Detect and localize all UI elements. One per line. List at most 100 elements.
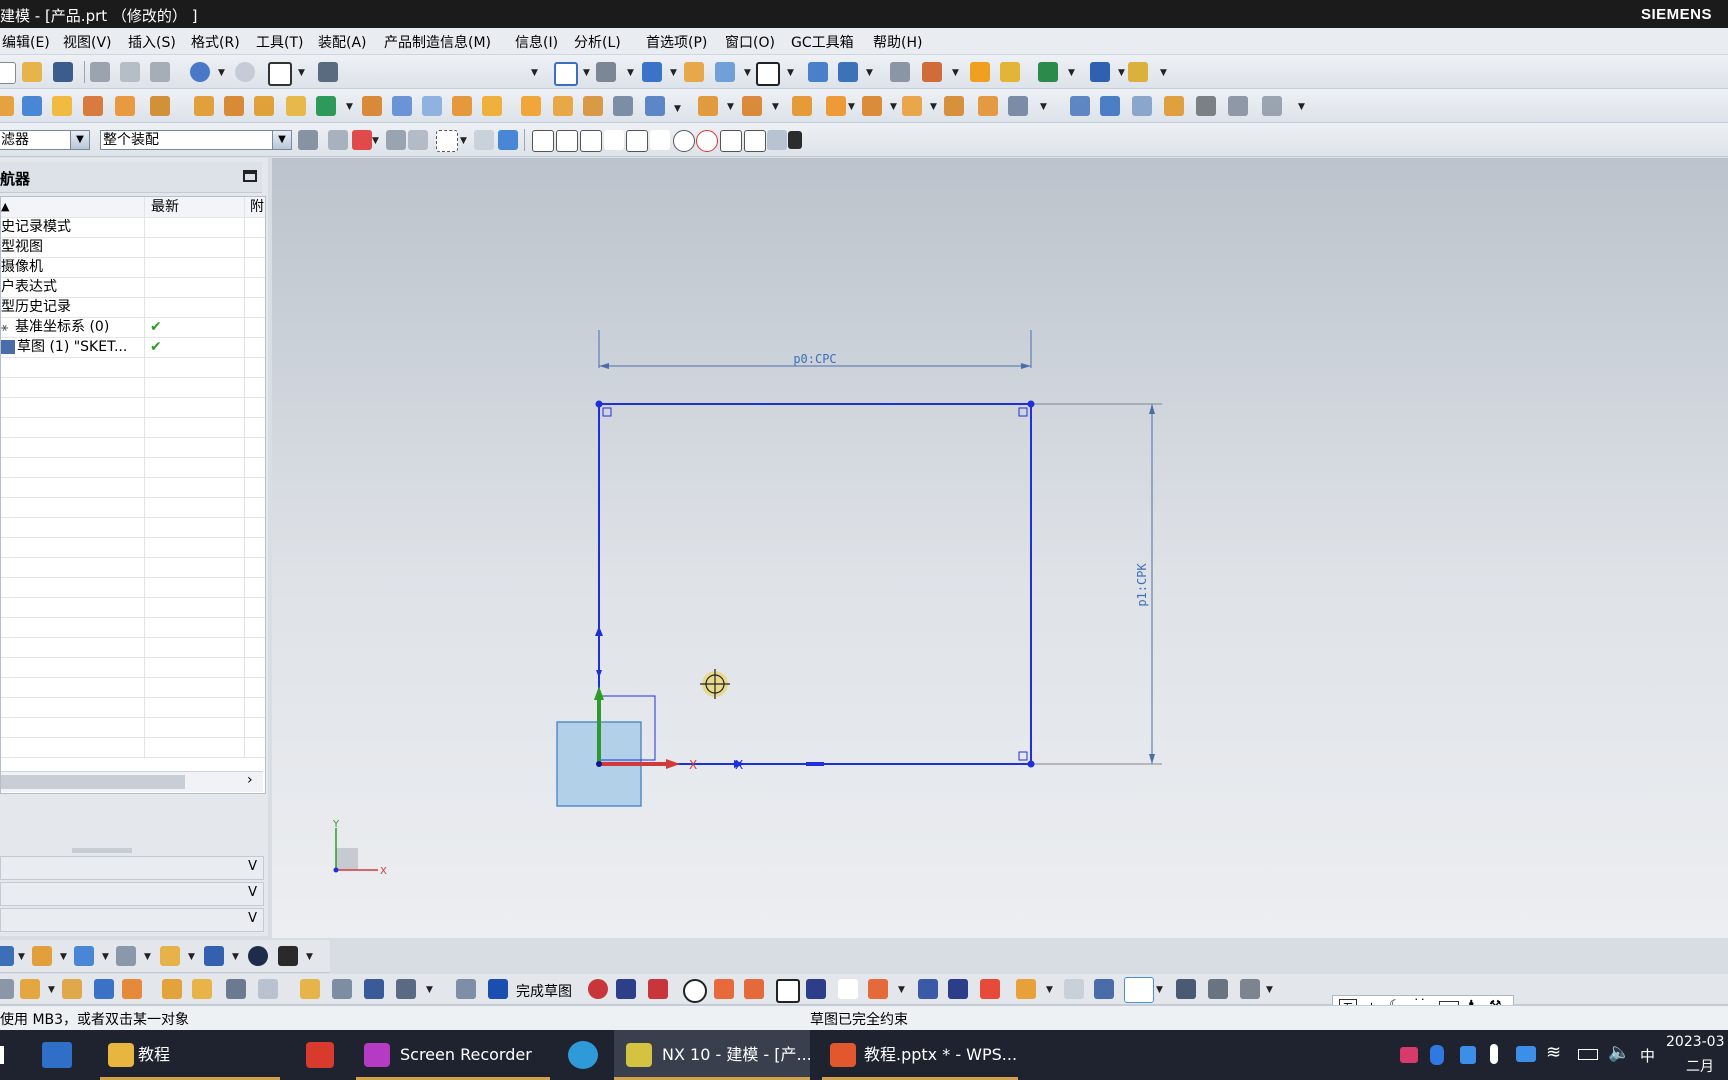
alternate-solution-icon[interactable] (396, 979, 416, 999)
clock-weekday[interactable]: 二月 (1686, 1056, 1714, 1076)
circle-icon[interactable] (683, 979, 707, 1003)
menu-tools[interactable]: 工具(T) (256, 32, 303, 52)
chevron-right-icon[interactable]: › (247, 772, 253, 788)
menu-info[interactable]: 信息(I) (515, 32, 558, 52)
make-corner-icon[interactable] (980, 979, 1000, 999)
pattern-face-icon[interactable] (902, 96, 922, 116)
tray-app-icon[interactable] (1460, 1046, 1476, 1064)
update-model-icon[interactable] (62, 979, 82, 999)
fillet-icon[interactable] (122, 979, 142, 999)
finish-sketch-button[interactable]: 完成草图 (516, 981, 572, 1001)
revolve-icon[interactable] (22, 96, 42, 116)
taskbar-item-recorder[interactable]: Screen Recorder (356, 1030, 550, 1080)
finish-flag-icon[interactable] (488, 979, 508, 999)
menu-assembly[interactable]: 装配(A) (318, 32, 367, 52)
hide-show-icon[interactable] (32, 946, 52, 966)
undo-icon[interactable] (190, 62, 210, 82)
column-latest[interactable]: 最新 (151, 197, 179, 217)
cone-icon[interactable] (422, 96, 442, 116)
snap-end-icon[interactable] (556, 130, 578, 152)
it-app-icon[interactable] (306, 1042, 334, 1068)
dependencies-panel[interactable]: V (0, 856, 264, 880)
chevron-down-icon[interactable]: V (248, 911, 257, 926)
start-icon[interactable] (0, 1046, 4, 1064)
taskbar-item-nx[interactable]: NX 10 - 建模 - [产... (614, 1030, 812, 1080)
mirror-curve-icon[interactable] (94, 979, 114, 999)
menu-preferences[interactable]: 首选项(P) (646, 32, 707, 52)
hole-icon[interactable] (52, 96, 72, 116)
width-dimension-label[interactable]: p0:CPC (793, 352, 836, 366)
block-icon[interactable] (362, 96, 382, 116)
splitter-handle[interactable] (72, 848, 132, 853)
offset-region-icon[interactable] (944, 96, 964, 116)
section-icon[interactable] (890, 62, 910, 82)
chevron-down-icon[interactable]: V (248, 885, 257, 900)
wifi-icon[interactable]: ≋ (1546, 1042, 1561, 1063)
snap-intersection-icon[interactable] (626, 130, 648, 152)
extract-icon[interactable] (1262, 96, 1282, 116)
unite-icon[interactable] (83, 96, 103, 116)
menu-format[interactable]: 格式(R) (191, 32, 240, 52)
new-file-icon[interactable] (0, 62, 16, 84)
offset-curve-icon[interactable] (192, 979, 212, 999)
snap-point-on-face-icon[interactable] (744, 130, 766, 152)
select-box-icon[interactable] (268, 62, 292, 86)
line-icon[interactable] (616, 979, 636, 999)
studio-spline-icon[interactable] (868, 979, 888, 999)
menu-pmi[interactable]: 产品制造信息(M) (384, 32, 491, 52)
view-orient-icon[interactable] (0, 946, 14, 966)
trim-body-icon[interactable] (482, 96, 502, 116)
taskbar-item-wps[interactable]: 教程.pptx * - WPS... (822, 1030, 1018, 1080)
chevron-down-icon[interactable]: ▼ (272, 131, 291, 149)
background-icon[interactable] (756, 62, 780, 86)
menu-insert[interactable]: 插入(S) (128, 32, 176, 52)
scrollbar-thumb[interactable] (1, 775, 185, 789)
render-style-icon[interactable] (596, 62, 616, 82)
paste-icon[interactable] (150, 62, 170, 82)
graphics-window[interactable]: p0:CPC p1:CPK X X Y X (272, 158, 1728, 938)
resize-face-icon[interactable] (826, 96, 846, 116)
reset-filter-icon[interactable] (298, 130, 318, 150)
font-size-icon[interactable] (278, 946, 298, 966)
shell-icon[interactable] (254, 96, 274, 116)
arc-icon[interactable] (648, 979, 668, 999)
move-component-icon[interactable] (808, 62, 828, 82)
column-attach[interactable]: 附 (250, 197, 264, 217)
bluetooth-icon[interactable] (1430, 1045, 1444, 1065)
measure-icon[interactable] (970, 62, 990, 82)
sketch-plane-icon[interactable] (0, 979, 14, 999)
shaded-cube-icon[interactable] (642, 62, 662, 82)
mesh-surface-icon[interactable] (1100, 96, 1120, 116)
delete-face-icon[interactable] (792, 96, 812, 116)
sweep-icon[interactable] (553, 96, 573, 116)
replace-face-icon[interactable] (742, 96, 762, 116)
chamfer-icon[interactable] (224, 96, 244, 116)
reference-set-icon[interactable] (160, 946, 180, 966)
app-launcher-icon[interactable] (42, 1042, 72, 1068)
sketch-fillet-icon[interactable] (714, 979, 734, 999)
menu-help[interactable]: 帮助(H) (873, 32, 922, 52)
studio-surface-icon[interactable] (1164, 96, 1184, 116)
select-face-icon[interactable] (498, 130, 518, 150)
sew-icon[interactable] (1196, 96, 1216, 116)
subtract-icon[interactable] (115, 96, 135, 116)
derived-line-icon[interactable] (300, 979, 320, 999)
show-constraints-icon[interactable] (1094, 979, 1114, 999)
tree-row[interactable]: 摄像机 (1, 257, 265, 278)
snap-bounded-icon[interactable] (767, 130, 787, 150)
tray-app-icon[interactable] (1516, 1046, 1536, 1062)
layer-icon[interactable] (715, 62, 735, 82)
menu-analysis[interactable]: 分析(L) (574, 32, 621, 52)
rectangle-select-icon[interactable] (436, 130, 458, 152)
point-icon[interactable] (838, 979, 858, 999)
menu-gc-toolbox[interactable]: GC工具箱 (791, 32, 854, 52)
select-by-name-icon[interactable] (386, 130, 406, 150)
scope-filter-dropdown[interactable]: 整个装配 ▼ (100, 130, 292, 150)
tray-app-icon[interactable] (1400, 1047, 1418, 1063)
snap-existing-icon[interactable] (532, 130, 554, 152)
relate-icon[interactable] (1008, 96, 1028, 116)
delay-evaluation-icon[interactable] (1240, 979, 1260, 999)
lasso-icon[interactable] (408, 130, 428, 150)
dimension-icon[interactable] (1016, 979, 1036, 999)
cross-section-icon[interactable] (978, 96, 998, 116)
